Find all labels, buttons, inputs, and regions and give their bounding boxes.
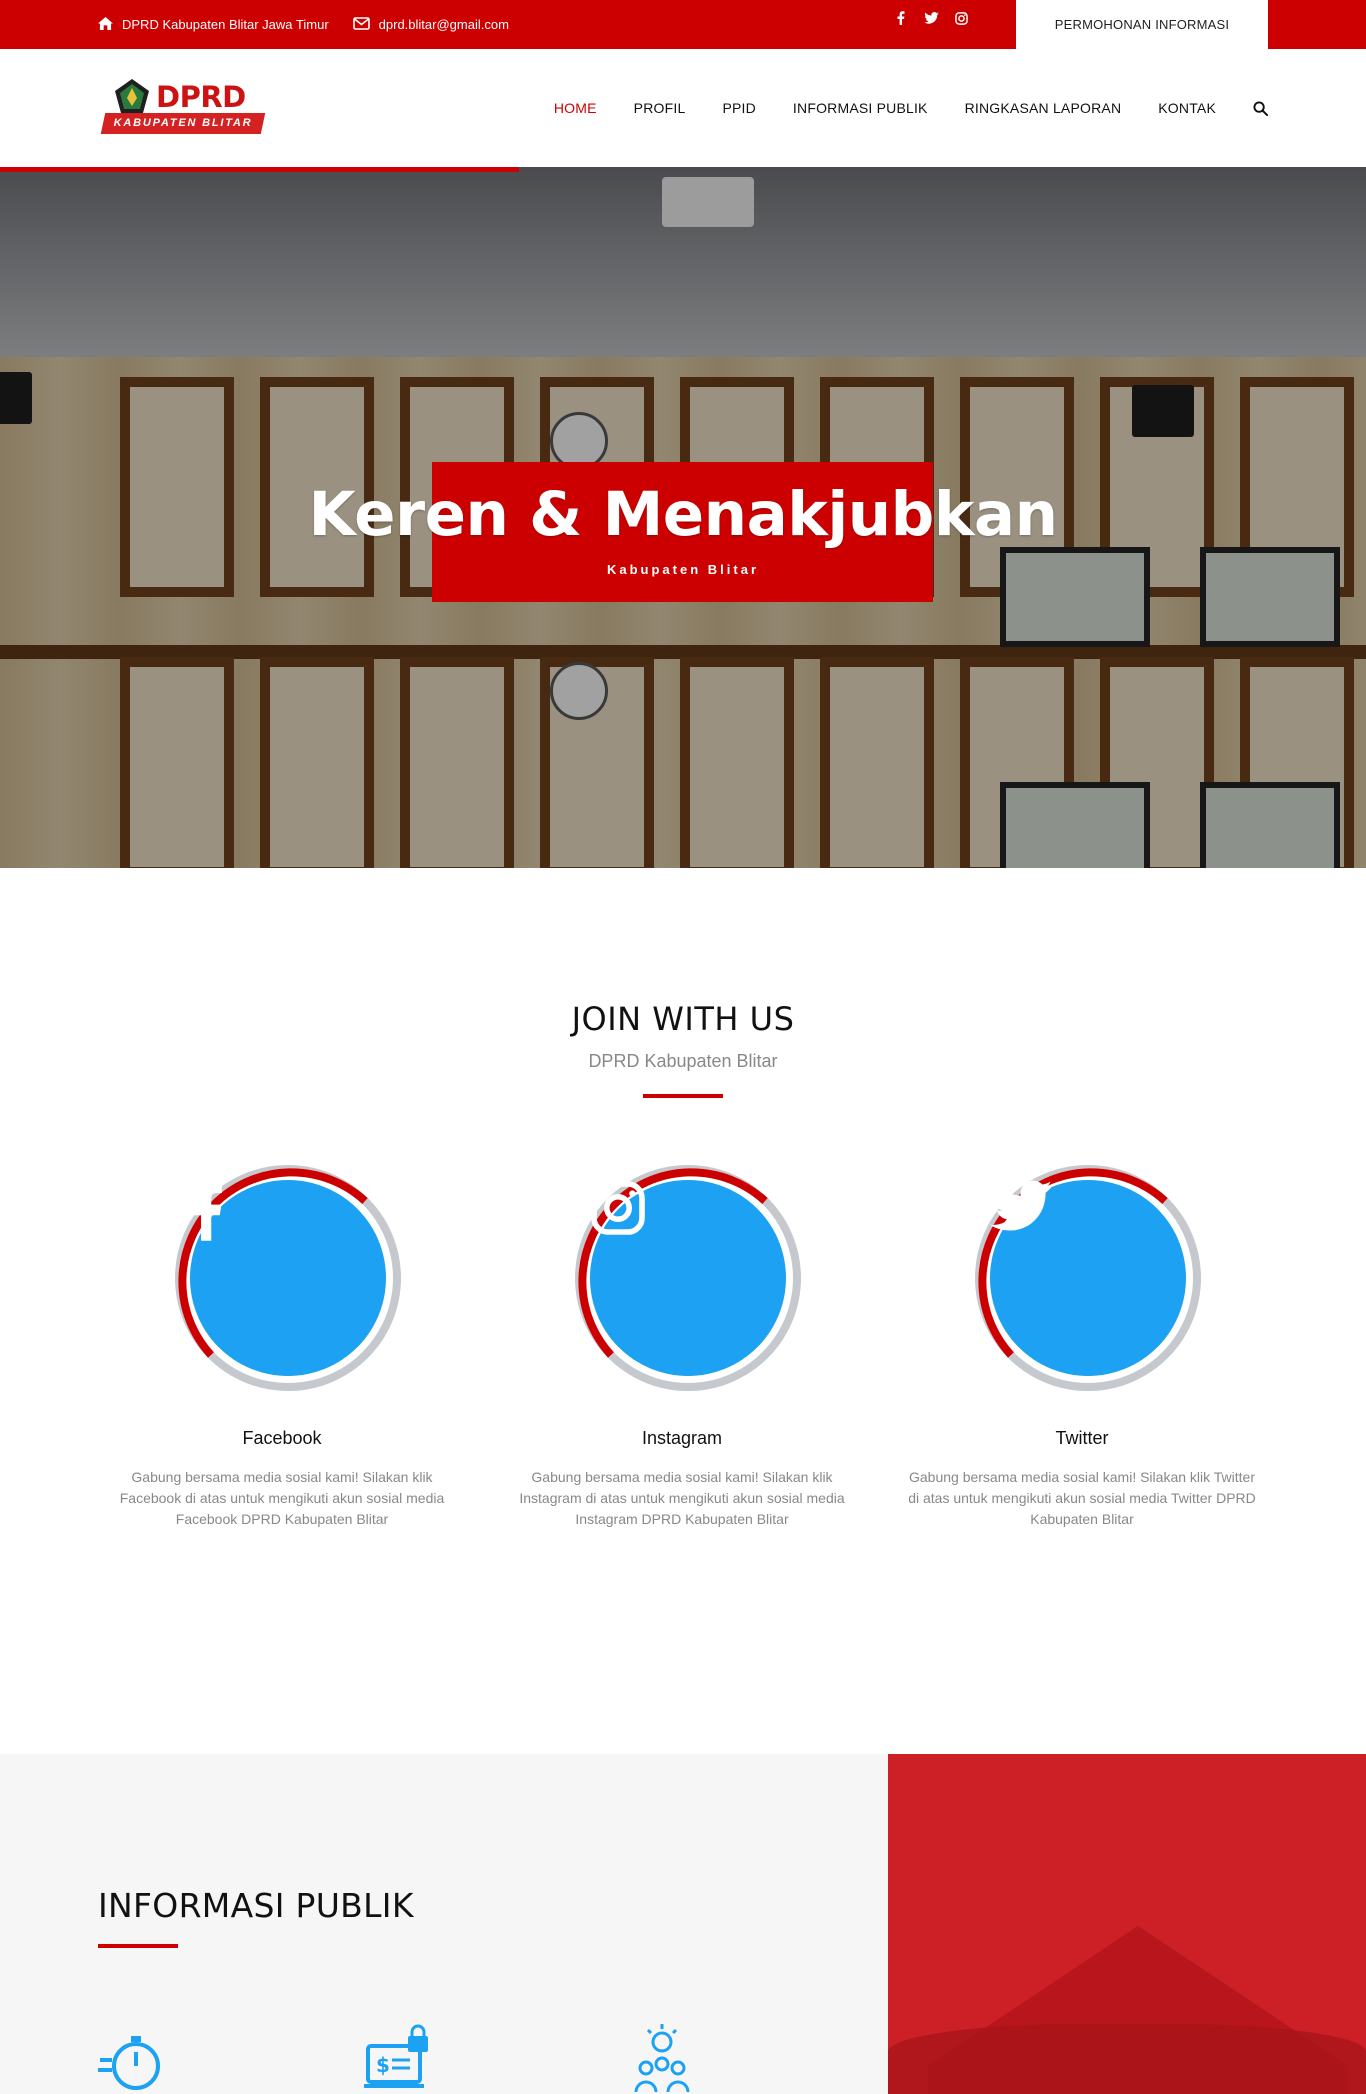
hero-title: Keren & Menakjubkan <box>308 479 1058 550</box>
social-card-instagram: Instagram Gabung bersama media sosial ka… <box>500 1162 864 1530</box>
title-underline <box>98 1944 178 1948</box>
permohonan-informasi-button[interactable]: PERMOHONAN INFORMASI <box>1016 0 1268 49</box>
hero-subtitle: Kabupaten Blitar <box>606 562 759 577</box>
twitter-icon[interactable] <box>923 10 939 26</box>
social-card-facebook: Facebook Gabung bersama media sosial kam… <box>100 1162 464 1530</box>
tree-line <box>888 2024 1366 2094</box>
facebook-button[interactable] <box>172 1162 404 1394</box>
nav-item-ringkasan-laporan[interactable]: RINGKASAN LAPORAN <box>965 100 1122 116</box>
informasi-publik-image <box>888 1754 1366 2094</box>
site-logo[interactable]: DPRD KABUPATEN BLITAR <box>100 74 267 138</box>
slider-progress-bar <box>0 167 520 172</box>
card-description: Gabung bersama media sosial kami! Silaka… <box>519 1469 845 1527</box>
informasi-publik-section: INFORMASI PUBLIK $ <box>0 1754 888 2094</box>
email-item[interactable]: dprd.blitar@gmail.com <box>352 16 509 33</box>
card-name: Facebook <box>242 1428 322 1448</box>
card-name: Twitter <box>1055 1428 1109 1448</box>
top-social-links <box>893 10 969 26</box>
card-name: Instagram <box>641 1428 723 1448</box>
home-icon <box>98 16 113 33</box>
stopwatch-icon <box>98 2024 168 2094</box>
twitter-circle <box>990 1180 1186 1376</box>
card-description: Gabung bersama media sosial kami! Silaka… <box>908 1469 1256 1527</box>
search-icon[interactable] <box>1253 100 1268 116</box>
site-header: DPRD KABUPATEN BLITAR HOME PROFIL PPID I… <box>0 49 1366 167</box>
nav-item-informasi-publik[interactable]: INFORMASI PUBLIK <box>793 100 928 116</box>
join-section-title: JOIN WITH US <box>571 1000 795 1038</box>
informasi-publik-title: INFORMASI PUBLIK <box>98 1886 414 1925</box>
nav-item-ppid[interactable]: PPID <box>722 100 755 116</box>
twitter-button[interactable] <box>972 1162 1204 1394</box>
social-card-twitter: Twitter Gabung bersama media sosial kami… <box>900 1162 1264 1530</box>
address-item: DPRD Kabupaten Blitar Jawa Timur <box>98 16 329 33</box>
main-nav: HOME PROFIL PPID INFORMASI PUBLIK RINGKA… <box>554 49 1268 167</box>
instagram-circle <box>590 1180 786 1376</box>
svg-text:$: $ <box>376 2053 390 2077</box>
envelope-icon <box>352 16 370 33</box>
join-section-subtitle: DPRD Kabupaten Blitar <box>588 1051 778 1071</box>
card-description: Gabung bersama media sosial kami! Silaka… <box>119 1469 445 1527</box>
instagram-icon[interactable] <box>953 10 969 26</box>
instagram-button[interactable] <box>572 1162 804 1394</box>
logo-brand-text: DPRD <box>156 80 246 114</box>
facebook-circle <box>190 1180 386 1376</box>
nav-item-profil[interactable]: PROFIL <box>634 100 686 116</box>
logo-tagline-text: KABUPATEN BLITAR <box>113 117 253 129</box>
nav-item-kontak[interactable]: KONTAK <box>1158 100 1216 116</box>
nav-item-home[interactable]: HOME <box>554 100 597 116</box>
facebook-icon[interactable] <box>893 10 909 26</box>
idea-team-icon <box>630 2024 700 2094</box>
address-text: DPRD Kabupaten Blitar Jawa Timur <box>122 17 329 32</box>
laptop-payment-lock-icon: $ <box>364 2024 434 2094</box>
title-underline <box>643 1094 723 1098</box>
top-contact: DPRD Kabupaten Blitar Jawa Timur dprd.bl… <box>98 0 509 49</box>
logo-tagline: KABUPATEN BLITAR <box>100 113 266 134</box>
hero-slider[interactable]: Keren & Menakjubkan Kabupaten Blitar <box>0 167 1366 868</box>
email-link[interactable]: dprd.blitar@gmail.com <box>379 17 509 32</box>
top-bar: DPRD Kabupaten Blitar Jawa Timur dprd.bl… <box>0 0 1366 49</box>
